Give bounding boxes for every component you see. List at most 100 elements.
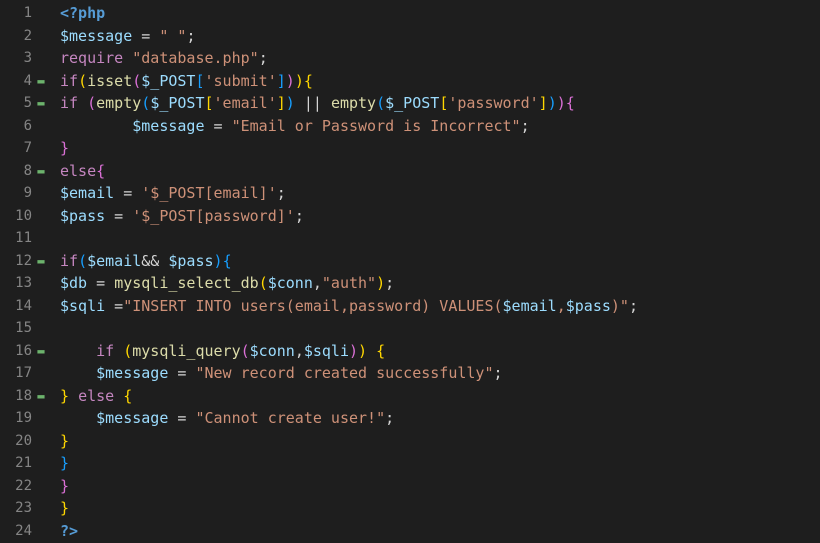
- gutter-line: 21: [0, 452, 52, 475]
- token: ||: [295, 94, 331, 112]
- code-line[interactable]: $db = mysqli_select_db($conn,"auth");: [60, 272, 820, 295]
- gutter-line: 23: [0, 497, 52, 520]
- gutter-line: 1: [0, 2, 52, 25]
- token: =: [168, 409, 195, 427]
- token: ]: [277, 72, 286, 90]
- code-line[interactable]: ?>: [60, 520, 820, 543]
- token: ): [358, 342, 367, 360]
- token: <?php: [60, 4, 105, 22]
- code-line[interactable]: $pass = '$_POST[password]';: [60, 205, 820, 228]
- code-line[interactable]: if (mysqli_query($conn,$sqli)) {: [60, 340, 820, 363]
- fold-toggle-icon[interactable]: ▬: [32, 92, 50, 115]
- code-line[interactable]: }: [60, 475, 820, 498]
- gutter-line: 24: [0, 520, 52, 543]
- token: "New record created successfully": [195, 364, 493, 382]
- token: (: [376, 94, 385, 112]
- code-area[interactable]: <?php$message = " ";require "database.ph…: [52, 0, 820, 543]
- token: else: [60, 162, 96, 180]
- token: (: [132, 72, 141, 90]
- code-line[interactable]: if($email&& $pass){: [60, 250, 820, 273]
- token: }: [60, 139, 69, 157]
- token: [60, 364, 96, 382]
- line-number: 6: [0, 115, 32, 138]
- code-line[interactable]: }: [60, 137, 820, 160]
- code-line[interactable]: $message = "Cannot create user!";: [60, 407, 820, 430]
- token: $_POST: [150, 94, 204, 112]
- token: '$_POST[email]': [141, 184, 276, 202]
- gutter-line: 8▬: [0, 160, 52, 183]
- code-line[interactable]: }: [60, 452, 820, 475]
- token: $conn: [268, 274, 313, 292]
- token: ,: [313, 274, 322, 292]
- token: empty: [331, 94, 376, 112]
- token: ): [286, 94, 295, 112]
- fold-toggle-icon[interactable]: ▬: [32, 70, 50, 93]
- code-line[interactable]: else{: [60, 160, 820, 183]
- token: =: [168, 364, 195, 382]
- token: $email: [503, 297, 557, 315]
- gutter-line: 20: [0, 430, 52, 453]
- token: "INSERT INTO users(email,password) VALUE…: [123, 297, 502, 315]
- code-line[interactable]: $sqli ="INSERT INTO users(email,password…: [60, 295, 820, 318]
- token: ): [557, 94, 566, 112]
- line-number: 12: [0, 250, 32, 273]
- code-line[interactable]: } else {: [60, 385, 820, 408]
- token: (: [259, 274, 268, 292]
- token: {: [566, 94, 575, 112]
- token: {: [96, 162, 105, 180]
- token: ?>: [60, 522, 78, 540]
- token: [114, 387, 123, 405]
- code-line[interactable]: [60, 317, 820, 340]
- token: (: [78, 72, 87, 90]
- token: 'email': [214, 94, 277, 112]
- token: (: [87, 94, 96, 112]
- code-line[interactable]: $message = "New record created successfu…: [60, 362, 820, 385]
- token: else: [78, 387, 114, 405]
- gutter-line: 13: [0, 272, 52, 295]
- code-line[interactable]: $message = "Email or Password is Incorre…: [60, 115, 820, 138]
- token: =: [105, 297, 123, 315]
- token: $sqli: [304, 342, 349, 360]
- gutter-line: 5▬: [0, 92, 52, 115]
- token: " ": [159, 27, 186, 45]
- token: 'submit': [205, 72, 277, 90]
- code-line[interactable]: }: [60, 430, 820, 453]
- token: "database.php": [132, 49, 258, 67]
- token: [367, 342, 376, 360]
- token: =: [105, 207, 132, 225]
- fold-toggle-icon[interactable]: ▬: [32, 160, 50, 183]
- token: $conn: [250, 342, 295, 360]
- token: ,: [557, 297, 566, 315]
- token: ;: [259, 49, 268, 67]
- token: )": [611, 297, 629, 315]
- gutter: 1234▬5▬678▬9101112▬13141516▬1718▬1920212…: [0, 0, 52, 543]
- token: {: [223, 252, 232, 270]
- code-line[interactable]: }: [60, 497, 820, 520]
- token: $message: [96, 364, 168, 382]
- fold-toggle-icon[interactable]: ▬: [32, 250, 50, 273]
- token: [60, 117, 132, 135]
- token: }: [60, 432, 69, 450]
- gutter-line: 4▬: [0, 70, 52, 93]
- token: ;: [385, 274, 394, 292]
- fold-toggle-icon[interactable]: ▬: [32, 340, 50, 363]
- code-line[interactable]: if(isset($_POST['submit'])){: [60, 70, 820, 93]
- token: require: [60, 49, 123, 67]
- token: $db: [60, 274, 87, 292]
- token: [123, 49, 132, 67]
- code-line[interactable]: if (empty($_POST['email']) || empty($_PO…: [60, 92, 820, 115]
- code-line[interactable]: $email = '$_POST[email]';: [60, 182, 820, 205]
- code-line[interactable]: [60, 227, 820, 250]
- token: '$_POST[password]': [132, 207, 295, 225]
- token: ): [548, 94, 557, 112]
- code-line[interactable]: require "database.php";: [60, 47, 820, 70]
- token: if: [60, 252, 78, 270]
- fold-toggle-icon[interactable]: ▬: [32, 385, 50, 408]
- token: isset: [87, 72, 132, 90]
- token: ): [349, 342, 358, 360]
- gutter-line: 12▬: [0, 250, 52, 273]
- gutter-line: 19: [0, 407, 52, 430]
- code-line[interactable]: <?php: [60, 2, 820, 25]
- code-line[interactable]: $message = " ";: [60, 25, 820, 48]
- token: if: [96, 342, 114, 360]
